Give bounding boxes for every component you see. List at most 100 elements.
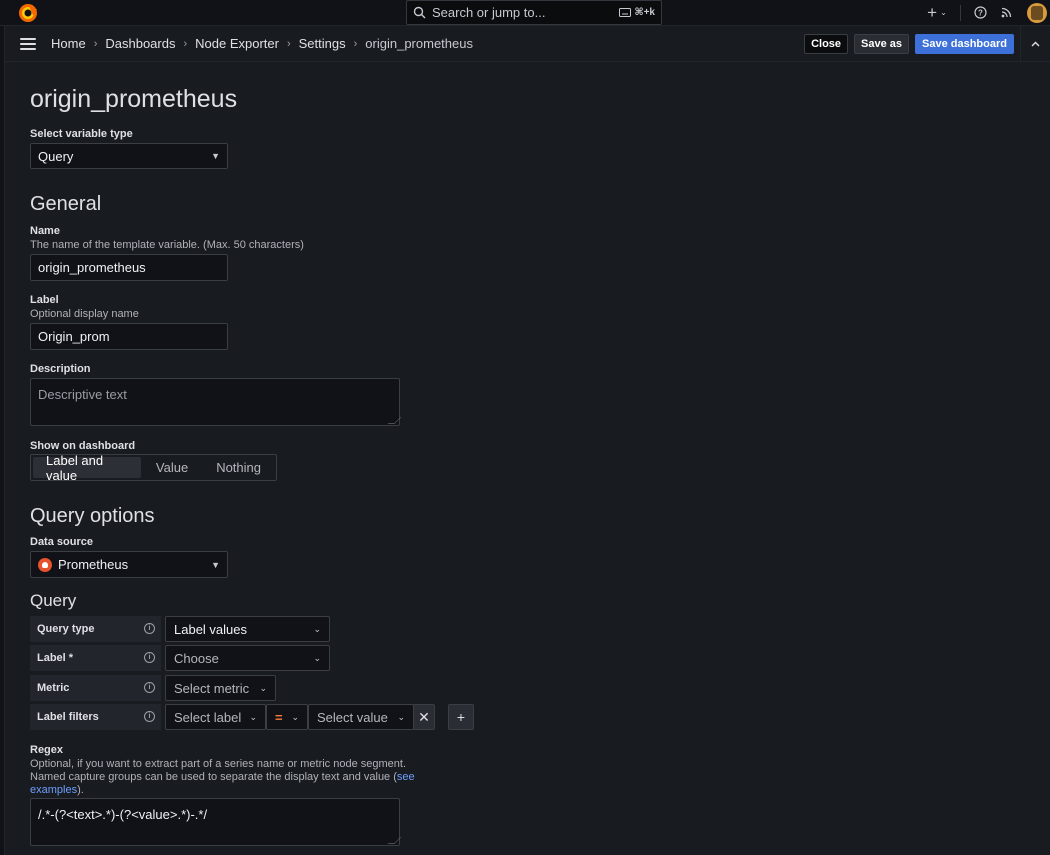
query-type-label: Query type i	[30, 616, 161, 642]
filter-operator-select[interactable]: = ⌄	[266, 704, 308, 730]
chevron-right-icon: ›	[93, 37, 98, 50]
chevron-right-icon: ›	[286, 37, 291, 50]
metric-label: Metric i	[30, 675, 161, 701]
breadcrumb-node-exporter[interactable]: Node Exporter	[195, 36, 279, 51]
divider	[960, 4, 961, 21]
description-placeholder: Descriptive text	[38, 387, 127, 402]
chevron-up-icon	[1031, 41, 1040, 47]
top-bar: Search or jump to... ⌘+k + ⌄ ?	[0, 0, 1050, 26]
metric-select[interactable]: Select metric ⌄	[165, 675, 276, 701]
label-filters-label: Label filters i	[30, 704, 161, 730]
plus-icon: +	[927, 2, 938, 22]
examples-link[interactable]: examples	[30, 784, 77, 796]
data-source-select[interactable]: Prometheus ▼	[30, 551, 228, 578]
left-rail	[0, 0, 5, 855]
label-field-label: Label * i	[30, 645, 161, 671]
info-icon[interactable]: i	[144, 652, 155, 663]
keyboard-icon	[619, 8, 632, 17]
regex-description: Optional, if you want to extract part of…	[30, 758, 430, 797]
remove-filter-button[interactable]: ✕	[413, 704, 435, 730]
variable-type-label: Select variable type	[30, 128, 133, 140]
save-as-button[interactable]: Save as	[854, 34, 910, 54]
query-type-label-text: Query type	[37, 623, 95, 635]
query-options-heading: Query options	[30, 505, 155, 527]
chevron-down-icon: ⌄	[259, 682, 267, 693]
info-icon[interactable]: i	[144, 623, 155, 634]
help-button[interactable]: ?	[967, 0, 993, 25]
breadcrumb-dashboards[interactable]: Dashboards	[105, 36, 175, 51]
news-button[interactable]	[993, 0, 1019, 25]
metric-label-text: Metric	[37, 682, 70, 694]
close-button[interactable]: Close	[804, 34, 849, 54]
see-examples-link[interactable]: see	[397, 771, 415, 783]
metric-select-placeholder: Select metric	[174, 680, 250, 696]
show-on-dashboard-label: Show on dashboard	[30, 440, 136, 452]
regex-label: Regex	[30, 744, 64, 756]
query-type-select[interactable]: Label values ⌄	[165, 616, 330, 642]
toolbar-actions: Close Save as Save dashboard	[804, 26, 1050, 62]
name-input[interactable]: origin_prometheus	[30, 254, 228, 281]
chevron-down-icon: ▼	[211, 151, 220, 161]
breadcrumb-current: origin_prometheus	[365, 36, 473, 51]
filter-value-select[interactable]: Select value ⌄	[308, 704, 414, 730]
label-filters-label-text: Label filters	[37, 711, 99, 723]
name-value: origin_prometheus	[38, 260, 146, 275]
search-icon	[413, 6, 426, 19]
user-avatar[interactable]	[1027, 2, 1047, 23]
shortcut-text: ⌘+k	[634, 7, 655, 18]
query-heading: Query	[30, 591, 77, 610]
add-menu-button[interactable]: + ⌄	[920, 0, 954, 25]
resize-handle-icon[interactable]	[387, 417, 402, 424]
filter-operator-value: =	[275, 709, 283, 725]
page-title: origin_prometheus	[30, 85, 238, 113]
search-bar[interactable]: Search or jump to... ⌘+k	[406, 0, 662, 25]
regex-description-line1: Optional, if you want to extract part of…	[30, 758, 407, 770]
label-select[interactable]: Choose ⌄	[165, 645, 330, 671]
radio-value[interactable]: Value	[143, 457, 201, 478]
grafana-logo-icon[interactable]	[17, 2, 39, 24]
chevron-down-icon: ⌄	[313, 652, 321, 663]
close-icon: ✕	[418, 708, 430, 725]
chevron-down-icon: ⌄	[249, 711, 257, 722]
filter-label-select[interactable]: Select label ⌄	[165, 704, 266, 730]
regex-description-line2-text: Named capture groups can be used to sepa…	[30, 771, 397, 783]
info-icon[interactable]: i	[144, 711, 155, 722]
description-textarea[interactable]: Descriptive text	[30, 378, 402, 426]
data-source-label: Data source	[30, 536, 93, 548]
breadcrumb: Home › Dashboards › Node Exporter › Sett…	[51, 36, 473, 51]
add-filter-button[interactable]: +	[448, 704, 474, 730]
regex-description-end: ).	[77, 784, 84, 796]
info-icon[interactable]: i	[144, 682, 155, 693]
keyboard-shortcut: ⌘+k	[619, 7, 655, 18]
filter-value-placeholder: Select value	[317, 709, 388, 725]
name-description: The name of the template variable. (Max.…	[30, 239, 304, 251]
variable-type-select[interactable]: Query ▼	[30, 143, 228, 169]
filter-label-placeholder: Select label	[174, 709, 242, 725]
collapse-toolbar-button[interactable]	[1020, 26, 1050, 62]
top-right-actions: + ⌄ ?	[920, 0, 1050, 25]
chevron-right-icon: ›	[353, 37, 358, 50]
label-field-label-text: Label *	[37, 652, 74, 664]
resize-handle-icon[interactable]	[387, 837, 402, 844]
prometheus-icon	[38, 557, 52, 572]
breadcrumb-home[interactable]: Home	[51, 36, 86, 51]
breadcrumb-bar: Home › Dashboards › Node Exporter › Sett…	[5, 26, 1050, 62]
save-dashboard-button[interactable]: Save dashboard	[915, 34, 1014, 54]
label-label: Label	[30, 294, 59, 306]
regex-description-line2: Named capture groups can be used to sepa…	[30, 771, 430, 784]
label-input[interactable]: Origin_prom	[30, 323, 228, 350]
help-icon: ?	[973, 6, 987, 19]
menu-toggle-icon[interactable]	[20, 37, 36, 50]
radio-nothing[interactable]: Nothing	[203, 457, 274, 478]
variable-type-value: Query	[38, 148, 74, 164]
regex-textarea[interactable]: /.*-(?<text>.*)-(?<value>.*)-.*/	[30, 798, 402, 846]
radio-label-and-value[interactable]: Label and value	[33, 453, 141, 483]
chevron-right-icon: ›	[183, 37, 188, 50]
show-on-dashboard-radio-group: Label and value Value Nothing	[30, 453, 277, 483]
breadcrumb-settings[interactable]: Settings	[299, 36, 346, 51]
chevron-down-icon: ▼	[211, 559, 220, 570]
label-select-placeholder: Choose	[174, 650, 219, 666]
regex-description-line3: examples).	[30, 784, 430, 797]
label-value: Origin_prom	[38, 329, 110, 344]
name-label: Name	[30, 225, 60, 237]
